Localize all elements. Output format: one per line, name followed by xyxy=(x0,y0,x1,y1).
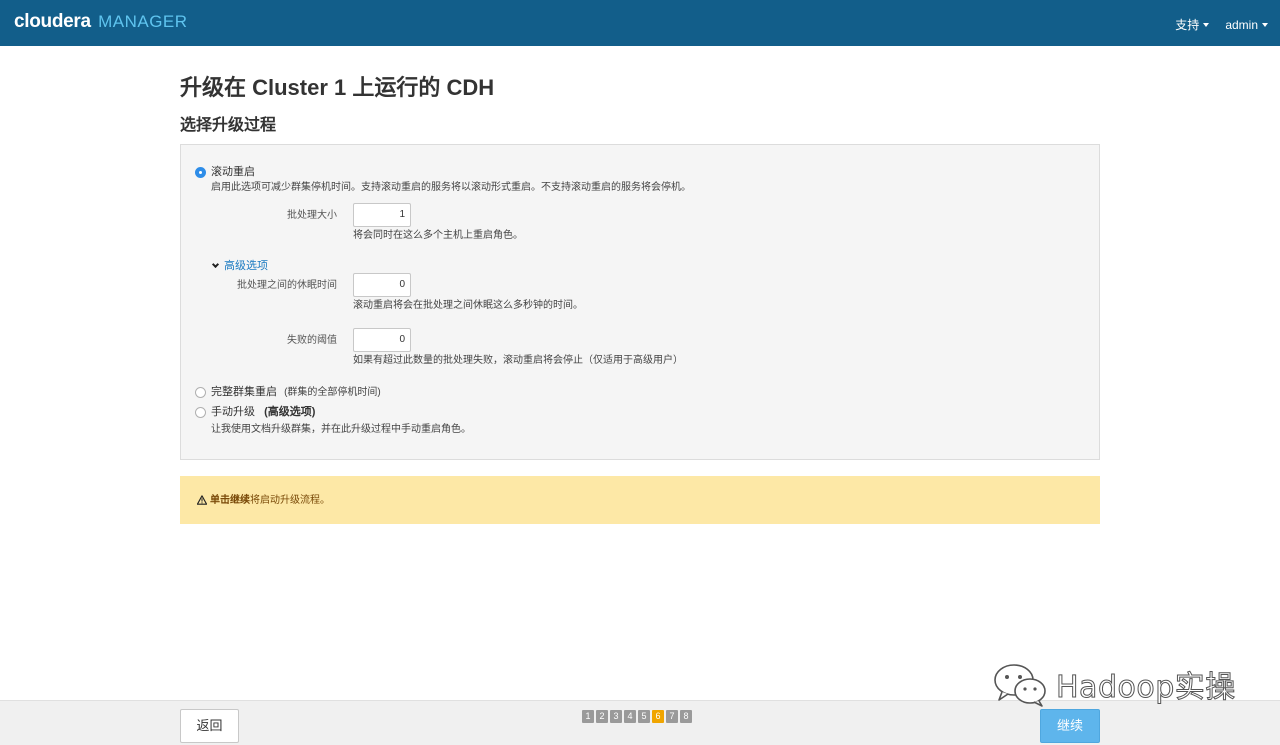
manual-upgrade-option[interactable]: 手动升级 (高级选项) xyxy=(211,405,315,419)
page-title: 升级在 Cluster 1 上运行的 CDH xyxy=(180,75,495,100)
full-restart-option[interactable]: 完整群集重启 (群集的全部停机时间) xyxy=(211,385,381,399)
advanced-options-label: 高级选项 xyxy=(224,260,268,272)
rolling-restart-label[interactable]: 滚动重启 xyxy=(211,165,255,179)
batch-size-label: 批处理大小 xyxy=(287,210,337,221)
support-dropdown[interactable]: 支持 xyxy=(1175,16,1210,33)
upgrade-procedure-panel: 滚动重启 启用此选项可减少群集停机时间。支持滚动重启的服务将以滚动形式重启。不支… xyxy=(180,144,1100,460)
section-title: 选择升级过程 xyxy=(180,117,277,134)
wizard-step: 2 xyxy=(596,710,608,723)
manual-upgrade-note: (高级选项) xyxy=(264,406,316,418)
alert-bold-text: 单击继续 xyxy=(210,495,250,506)
cloudera-manager-logo[interactable]: cloudera MANAGER xyxy=(14,10,188,34)
continue-warning-alert: 单击继续将启动升级流程。 xyxy=(180,476,1100,524)
full-restart-note: (群集的全部停机时间) xyxy=(284,387,381,398)
logo-product: MANAGER xyxy=(98,12,188,31)
caret-down-icon xyxy=(1203,22,1210,27)
full-restart-radio[interactable] xyxy=(195,387,206,398)
alert-message: 单击继续将启动升级流程。 xyxy=(210,494,330,507)
batch-size-hint: 将会同时在这么多个主机上重启角色。 xyxy=(353,230,523,241)
watermark-text: Hadoop实操 xyxy=(1056,670,1236,706)
rolling-restart-description: 启用此选项可减少群集停机时间。支持滚动重启的服务将以滚动形式重启。不支持滚动重启… xyxy=(211,182,691,193)
top-nav-menu: 支持 admin xyxy=(1175,16,1268,33)
user-dropdown[interactable]: admin xyxy=(1225,16,1268,33)
wizard-step: 7 xyxy=(666,710,678,723)
sleep-time-label: 批处理之间的休眠时间 xyxy=(237,280,337,291)
manual-upgrade-radio[interactable] xyxy=(195,407,206,418)
back-button[interactable]: 返回 xyxy=(180,709,239,743)
wizard-step: 5 xyxy=(638,710,650,723)
alert-text: 将启动升级流程。 xyxy=(250,495,330,506)
manual-upgrade-label: 手动升级 xyxy=(211,406,255,418)
wizard-step: 3 xyxy=(610,710,622,723)
sleep-time-hint: 滚动重启将会在批处理之间休眠这么多秒钟的时间。 xyxy=(353,300,583,311)
batch-size-input[interactable]: 1 xyxy=(353,203,411,227)
wizard-step: 4 xyxy=(624,710,636,723)
wizard-step-current: 6 xyxy=(652,710,664,723)
support-label: 支持 xyxy=(1175,18,1200,32)
top-navbar: cloudera MANAGER 支持 admin xyxy=(0,0,1280,46)
advanced-options-toggle[interactable]: 高级选项 xyxy=(211,259,268,273)
full-restart-label: 完整群集重启 xyxy=(211,386,277,398)
failure-threshold-input[interactable]: 0 xyxy=(353,328,411,352)
failure-threshold-label: 失败的阈值 xyxy=(287,335,337,346)
logo-brand: cloudera xyxy=(14,11,91,32)
wechat-icon xyxy=(994,664,1046,707)
caret-down-icon xyxy=(1262,22,1268,27)
rolling-restart-radio[interactable] xyxy=(195,167,206,178)
sleep-time-input[interactable]: 0 xyxy=(353,273,411,297)
watermark: Hadoop实操 xyxy=(992,660,1236,708)
manual-upgrade-description: 让我使用文档升级群集，并在此升级过程中手动重启角色。 xyxy=(211,424,471,435)
failure-threshold-hint: 如果有超过此数量的批处理失败，滚动重启将会停止（仅适用于高级用户） xyxy=(353,355,683,366)
user-label: admin xyxy=(1225,17,1258,32)
warning-icon xyxy=(197,495,207,505)
chevron-down-icon xyxy=(211,260,220,268)
continue-button[interactable]: 继续 xyxy=(1040,709,1100,743)
wizard-step-indicator: 1 2 3 4 5 6 7 8 xyxy=(582,710,692,723)
wizard-step: 1 xyxy=(582,710,594,723)
wizard-step: 8 xyxy=(680,710,692,723)
